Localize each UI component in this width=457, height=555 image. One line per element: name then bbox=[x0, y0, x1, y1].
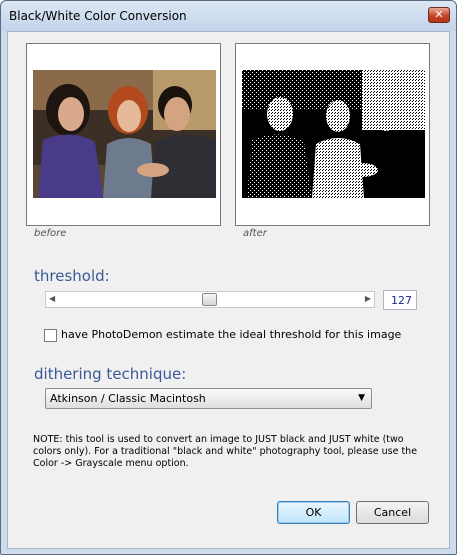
threshold-heading: threshold: bbox=[34, 267, 110, 285]
dithering-selected-value: Atkinson / Classic Macintosh bbox=[50, 392, 206, 405]
cancel-button[interactable]: Cancel bbox=[356, 501, 429, 524]
dialog-client-area: before after threshold: ◀ ▶ 127 have Pho… bbox=[7, 31, 450, 549]
before-image bbox=[33, 70, 216, 198]
ok-button[interactable]: OK bbox=[277, 501, 350, 524]
info-note: NOTE: this tool is used to convert an im… bbox=[33, 434, 418, 469]
estimate-threshold-checkbox[interactable] bbox=[44, 329, 57, 342]
slider-right-arrow-icon[interactable]: ▶ bbox=[365, 294, 371, 303]
threshold-value-input[interactable]: 127 bbox=[383, 290, 417, 310]
slider-left-arrow-icon[interactable]: ◀ bbox=[49, 294, 55, 303]
before-caption: before bbox=[34, 228, 67, 239]
slider-thumb[interactable] bbox=[201, 293, 217, 306]
dithering-dropdown[interactable]: Atkinson / Classic Macintosh ▼ bbox=[45, 388, 372, 409]
close-button[interactable]: ✕ bbox=[428, 7, 450, 23]
threshold-slider[interactable]: ◀ ▶ bbox=[45, 291, 375, 308]
dialog-window: Black/White Color Conversion ✕ before af… bbox=[0, 0, 457, 555]
before-preview bbox=[26, 43, 221, 226]
title-bar[interactable]: Black/White Color Conversion ✕ bbox=[1, 1, 456, 31]
window-title: Black/White Color Conversion bbox=[9, 9, 187, 23]
dithering-heading: dithering technique: bbox=[34, 365, 187, 383]
dropdown-arrow-icon[interactable]: ▼ bbox=[358, 393, 365, 403]
estimate-threshold-label: have PhotoDemon estimate the ideal thres… bbox=[61, 328, 402, 341]
after-caption: after bbox=[243, 228, 267, 239]
close-icon: ✕ bbox=[434, 8, 444, 21]
after-preview bbox=[235, 43, 430, 226]
after-image bbox=[242, 70, 425, 198]
